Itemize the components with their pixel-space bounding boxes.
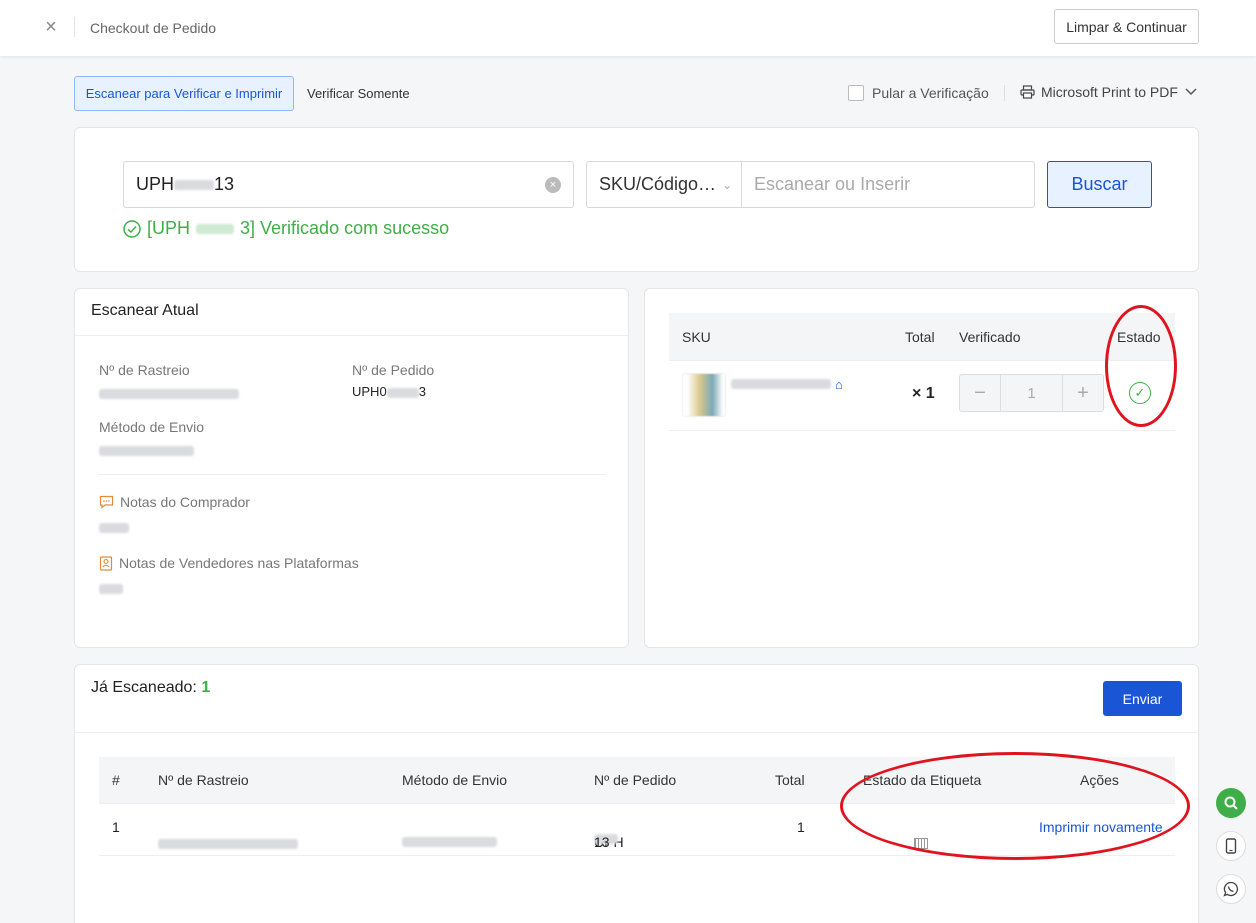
seller-notes-value bbox=[99, 580, 123, 595]
col-total: Total bbox=[905, 329, 935, 345]
order-prefix: UPH bbox=[136, 174, 175, 194]
skip-verification-checkbox[interactable]: Pular a Verificação bbox=[848, 85, 989, 101]
scanned-card: Já Escaneado: 1 Enviar # Nº de Rastreio … bbox=[74, 664, 1200, 923]
scanned-count: 1 bbox=[201, 679, 211, 696]
skip-verification-label: Pular a Verificação bbox=[872, 85, 989, 101]
col-label-status: Estado da Etiqueta bbox=[863, 772, 982, 788]
whatsapp-fab[interactable] bbox=[1216, 874, 1246, 904]
col-status: Estado bbox=[1117, 329, 1161, 345]
current-scan-card: Escanear Atual Nº de Rastreio Nº de Pedi… bbox=[74, 288, 629, 648]
verified-quantity-stepper[interactable]: − 1 + bbox=[959, 374, 1104, 412]
checkbox-box[interactable] bbox=[848, 85, 864, 101]
search-icon bbox=[1224, 796, 1238, 810]
col-total: Total bbox=[775, 772, 805, 788]
order-label: Nº de Pedido bbox=[352, 362, 435, 378]
scan-verify-print-button[interactable]: Escanear para Verificar e Imprimir bbox=[74, 76, 294, 111]
decrement-button[interactable]: − bbox=[960, 375, 1000, 411]
search-fab[interactable] bbox=[1216, 788, 1246, 818]
send-button[interactable]: Enviar bbox=[1103, 681, 1182, 716]
order-value: UPH0 3 bbox=[352, 384, 426, 399]
sku-search-group: SKU/Código… ⌄ Escanear ou Inserir bbox=[586, 161, 1035, 208]
scanned-table-header: # Nº de Rastreio Método de Envio Nº de P… bbox=[99, 757, 1175, 804]
seller-note-icon bbox=[99, 555, 113, 571]
chevron-down-icon bbox=[1185, 88, 1197, 96]
col-tracking: Nº de Rastreio bbox=[158, 772, 249, 788]
col-index: # bbox=[112, 772, 120, 788]
divider bbox=[75, 732, 1200, 733]
seller-notes-label: Notas de Vendedores nas Plataformas bbox=[119, 555, 359, 571]
col-order: Nº de Pedido bbox=[594, 772, 677, 788]
order-suffix: 13 bbox=[214, 174, 235, 194]
buyer-notes: Notas do Comprador bbox=[99, 494, 250, 510]
shipping-value bbox=[99, 442, 194, 457]
page-title: Checkout de Pedido bbox=[90, 20, 217, 36]
col-verified: Verificado bbox=[959, 329, 1021, 345]
redacted-text bbox=[174, 179, 215, 190]
seller-notes: Notas de Vendedores nas Plataformas bbox=[99, 555, 359, 571]
col-shipping: Método de Envio bbox=[402, 772, 508, 788]
sku-verification-card: SKU Total Verificado Estado ⌂ × 1 − 1 + … bbox=[644, 288, 1199, 648]
close-icon[interactable]: × bbox=[40, 16, 62, 38]
sku-code-select[interactable]: SKU/Código… ⌄ bbox=[587, 162, 742, 207]
divider bbox=[1004, 85, 1005, 101]
verify-only-button[interactable]: Verificar Somente bbox=[307, 76, 410, 111]
success-prefix: [UPH bbox=[147, 218, 191, 238]
current-scan-title: Escanear Atual bbox=[75, 289, 628, 336]
verified-check-icon: ✓ bbox=[1129, 382, 1151, 404]
increment-button[interactable]: + bbox=[1063, 375, 1103, 411]
col-actions: Ações bbox=[1080, 772, 1119, 788]
sku-table-header: SKU Total Verificado Estado bbox=[669, 313, 1175, 361]
row-total: 1 bbox=[797, 819, 805, 835]
col-sku: SKU bbox=[682, 329, 711, 345]
order-number-input[interactable]: UPH 13 × bbox=[123, 161, 574, 208]
clear-continue-button[interactable]: Limpar & Continuar bbox=[1054, 9, 1199, 44]
verification-success-message: [UPH 3] Verificado com sucesso bbox=[123, 218, 449, 239]
printer-select[interactable]: Microsoft Print to PDF bbox=[1020, 84, 1198, 100]
buyer-notes-label: Notas do Comprador bbox=[120, 494, 250, 510]
buyer-notes-value bbox=[99, 519, 129, 534]
tracking-value bbox=[99, 385, 239, 400]
sku-select-label: SKU/Código… bbox=[599, 174, 717, 194]
search-card: UPH 13 × SKU/Código… ⌄ Escanear ou Inser… bbox=[74, 127, 1199, 272]
product-thumbnail bbox=[682, 373, 726, 417]
chat-icon bbox=[99, 495, 114, 509]
tracking-label: Nº de Rastreio bbox=[99, 362, 190, 378]
printer-label: Microsoft Print to PDF bbox=[1041, 84, 1178, 100]
sku-row: ⌂ × 1 − 1 + ✓ bbox=[669, 361, 1175, 431]
shipping-label: Método de Envio bbox=[99, 419, 205, 435]
mobile-fab[interactable] bbox=[1216, 831, 1246, 861]
scanned-title: Já Escaneado: 1 bbox=[91, 679, 211, 696]
reprint-link[interactable]: Imprimir novamente bbox=[1039, 819, 1163, 835]
row-index: 1 bbox=[112, 819, 120, 835]
mobile-icon bbox=[1225, 838, 1237, 854]
chevron-down-icon: ⌄ bbox=[722, 177, 733, 192]
top-bar: × Checkout de Pedido Limpar & Continuar bbox=[0, 0, 1256, 56]
whatsapp-icon bbox=[1223, 881, 1239, 897]
verified-quantity[interactable]: 1 bbox=[1000, 375, 1063, 411]
sku-scan-input[interactable]: Escanear ou Inserir bbox=[742, 162, 1034, 207]
check-circle-icon bbox=[123, 219, 141, 238]
divider bbox=[74, 17, 75, 37]
redacted-text bbox=[196, 223, 235, 234]
sku-total: × 1 bbox=[912, 385, 935, 402]
sku-name bbox=[731, 379, 831, 389]
warehouse-icon[interactable]: ⌂ bbox=[835, 377, 843, 392]
table-row: 1 UPH13 1 Imprimir novamente bbox=[99, 804, 1175, 856]
printer-icon bbox=[1020, 85, 1035, 99]
search-button[interactable]: Buscar bbox=[1047, 161, 1152, 208]
divider bbox=[99, 474, 605, 475]
success-suffix: 3] Verificado com sucesso bbox=[240, 218, 450, 238]
clear-input-icon[interactable]: × bbox=[545, 177, 561, 193]
